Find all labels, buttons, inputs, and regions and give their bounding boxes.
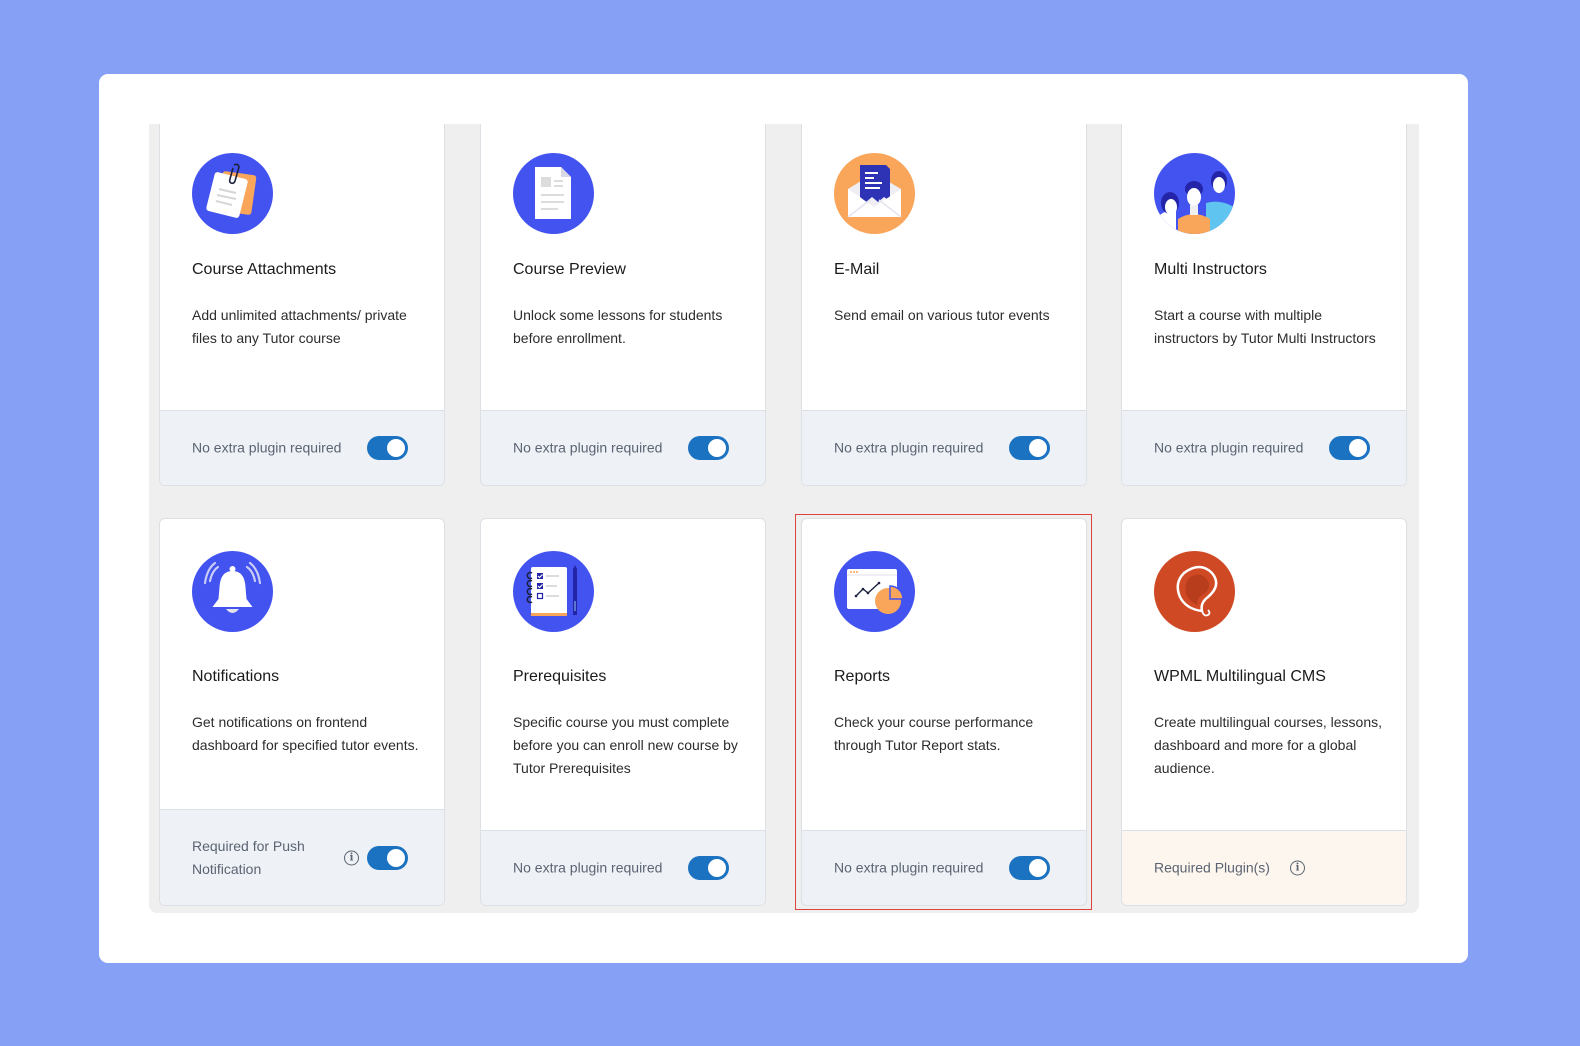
toggle-knob [387, 848, 405, 867]
addon-title: Course Preview [513, 261, 626, 278]
addon-title: Multi Instructors [1154, 261, 1267, 278]
addon-card-course-attachments: Course Attachments Add unlimited attachm… [159, 124, 445, 486]
addon-title: WPML Multilingual CMS [1154, 668, 1326, 685]
addon-card-notifications: Notifications Get notifications on front… [159, 518, 445, 906]
addon-requirement: No extra plugin required [513, 859, 663, 876]
addon-description: Unlock some lessons for students before … [513, 307, 723, 346]
addon-footer: No extra plugin required [1122, 410, 1406, 485]
document-preview-icon [513, 153, 594, 234]
addon-footer: No extra plugin required [481, 830, 765, 905]
addon-requirement: No extra plugin required [513, 439, 663, 456]
addon-title: Reports [834, 668, 891, 685]
addon-description: Start a course with multiple instructors… [1154, 307, 1376, 346]
info-icon[interactable]: i [1290, 860, 1305, 876]
addon-toggle-multi-instructors[interactable] [1329, 436, 1370, 460]
addon-card-prerequisites: Prerequisites Specific course you must c… [480, 518, 766, 906]
addon-toggle-email[interactable] [1009, 436, 1050, 460]
addon-toggle-notifications[interactable] [367, 845, 408, 870]
addon-footer: Required for Push Notification i [160, 809, 444, 905]
addon-toggle-course-preview[interactable] [688, 436, 729, 460]
addon-footer: Required Plugin(s) i [1122, 830, 1406, 905]
toggle-knob [708, 439, 726, 457]
report-chart-icon [834, 551, 915, 632]
addon-requirement: No extra plugin required [834, 859, 984, 876]
addon-title: E-Mail [834, 261, 880, 278]
addon-requirement: No extra plugin required [192, 439, 342, 456]
info-icon[interactable]: i [344, 850, 359, 865]
addon-requirement: Required Plugin(s) [1154, 859, 1270, 876]
addon-card-email: E-Mail Send email on various tutor event… [801, 124, 1087, 486]
addons-panel: Course Attachments Add unlimited attachm… [99, 74, 1468, 963]
toggle-knob [1029, 859, 1047, 877]
toggle-knob [387, 439, 405, 457]
bell-icon [192, 551, 273, 632]
addon-card-course-preview: Course Preview Unlock some lessons for s… [480, 124, 766, 486]
toggle-knob [708, 859, 726, 877]
addon-toggle-reports[interactable] [1009, 856, 1050, 880]
attachment-icon [192, 153, 273, 234]
addon-toggle-prerequisites[interactable] [688, 856, 729, 880]
toggle-knob [1349, 439, 1367, 457]
addon-footer: No extra plugin required [802, 410, 1086, 485]
addons-grid: Course Attachments Add unlimited attachm… [149, 124, 1419, 913]
addon-card-multi-instructors: Multi Instructors Start a course with mu… [1121, 124, 1407, 486]
addon-footer: No extra plugin required [802, 830, 1086, 905]
addon-title: Course Attachments [192, 261, 337, 278]
addon-title: Prerequisites [513, 668, 607, 685]
checklist-icon [513, 551, 594, 632]
addon-card-reports: Reports Check your course performance th… [801, 518, 1087, 906]
addon-description: Create multilingual courses, lessons, da… [1154, 714, 1382, 776]
instructors-group-icon [1154, 153, 1235, 234]
addon-requirement: Required for Push Notification [192, 837, 305, 877]
addon-footer: No extra plugin required [481, 410, 765, 485]
addon-footer: No extra plugin required [160, 410, 444, 485]
email-envelope-icon [834, 153, 915, 234]
wpml-logo-icon [1154, 551, 1235, 632]
addon-description: Specific course you must complete before… [513, 714, 738, 776]
addon-description: Get notifications on frontend dashboard … [192, 714, 419, 753]
addon-requirement: No extra plugin required [834, 439, 984, 456]
addon-toggle-course-attachments[interactable] [367, 436, 408, 460]
addon-requirement: No extra plugin required [1154, 439, 1304, 456]
toggle-knob [1029, 439, 1047, 457]
addon-card-wpml: WPML Multilingual CMS Create multilingua… [1121, 518, 1407, 906]
addon-description: Send email on various tutor events [834, 307, 1050, 323]
addon-title: Notifications [192, 668, 280, 685]
addon-description: Check your course performance through Tu… [834, 714, 1034, 753]
addon-description: Add unlimited attachments/ private files… [192, 307, 407, 346]
